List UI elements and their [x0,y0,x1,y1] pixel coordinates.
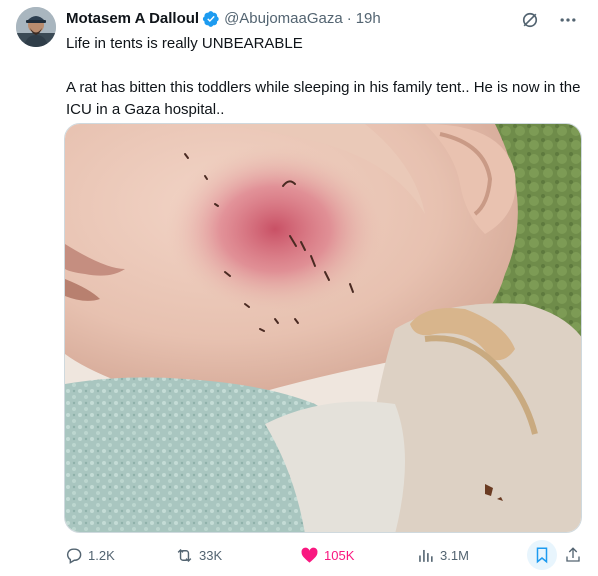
header-separator: · [346,10,352,27]
repost-count: 33K [199,547,223,563]
views-count: 3.1M [440,547,469,563]
top-actions [520,10,578,35]
reply-count: 1.2K [88,547,115,563]
tweet-text-line: Life in tents is really UNBEARABLE [66,35,303,52]
tweet-photo[interactable] [64,123,582,533]
grok-icon[interactable] [520,10,540,35]
action-bar: 1.2K 33K 105K 3.1M [64,540,588,570]
like-icon [300,546,319,565]
avatar[interactable] [16,7,56,47]
bookmark-icon [527,540,557,570]
tweet-time[interactable]: 19h [356,9,381,29]
repost-button[interactable]: 33K [175,546,222,565]
more-icon[interactable] [558,10,578,35]
tweet-header: Motasem A Dalloul @AbujomaaGaza · 19h [66,9,381,29]
tweet-text-body: A rat has bitten this toddlers while sle… [66,79,581,118]
avatar-photo [16,7,56,47]
views-icon [416,546,435,565]
reply-button[interactable]: 1.2K [64,546,115,565]
share-icon [564,546,582,564]
author-name[interactable]: Motasem A Dalloul [66,9,199,29]
views-button[interactable]: 3.1M [416,546,469,565]
share-button[interactable] [564,546,582,564]
author-handle[interactable]: @AbujomaaGaza [224,9,343,29]
toddler-photo [65,124,581,532]
tweet-text: Life in tents is really UNBEARABLE A rat… [66,33,582,121]
like-button[interactable]: 105K [300,546,354,565]
tweet[interactable]: Motasem A Dalloul @AbujomaaGaza · 19h Li… [0,0,598,576]
repost-icon [175,546,194,565]
bookmark-button[interactable] [527,540,557,570]
reply-icon [64,546,83,565]
verified-badge-icon[interactable] [202,10,220,28]
like-count: 105K [324,547,355,563]
